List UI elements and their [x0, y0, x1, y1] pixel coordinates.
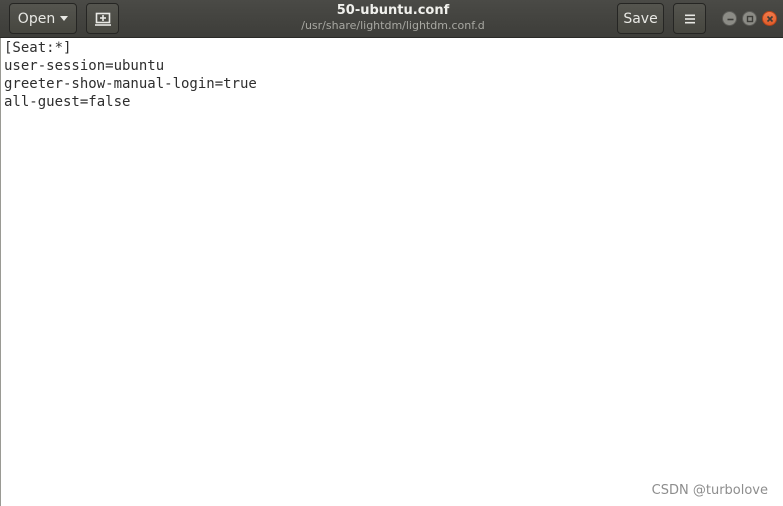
- gedit-window: Open 50-ubuntu.conf /usr/share/lightdm/l…: [0, 0, 783, 506]
- close-icon: [766, 15, 774, 23]
- maximize-button[interactable]: [742, 11, 757, 26]
- header-bar: Open 50-ubuntu.conf /usr/share/lightdm/l…: [0, 0, 783, 38]
- text-line[interactable]: user-session=ubuntu: [1, 57, 783, 75]
- text-line[interactable]: [Seat:*]: [1, 39, 783, 57]
- text-line[interactable]: all-guest=false: [1, 93, 783, 111]
- title-area: 50-ubuntu.conf /usr/share/lightdm/lightd…: [240, 3, 546, 33]
- chevron-down-icon: [60, 16, 69, 21]
- watermark: CSDN @turbolove: [651, 483, 768, 498]
- maximize-icon: [746, 15, 754, 23]
- minimize-button[interactable]: [722, 11, 737, 26]
- open-button-label: Open: [17, 10, 56, 27]
- open-button[interactable]: Open: [9, 3, 77, 34]
- hamburger-menu-icon: [684, 14, 695, 23]
- window-title: 50-ubuntu.conf: [336, 3, 450, 18]
- menu-button[interactable]: [673, 3, 706, 34]
- new-tab-icon: [94, 12, 111, 26]
- save-button[interactable]: Save: [617, 3, 664, 34]
- text-line[interactable]: greeter-show-manual-login=true: [1, 75, 783, 93]
- text-editor-area[interactable]: [Seat:*] user-session=ubuntu greeter-sho…: [0, 38, 783, 506]
- close-button[interactable]: [762, 11, 777, 26]
- minimize-icon: [727, 18, 734, 21]
- text-lines: [Seat:*] user-session=ubuntu greeter-sho…: [1, 38, 783, 111]
- new-tab-button[interactable]: [86, 3, 119, 34]
- window-subtitle: /usr/share/lightdm/lightdm.conf.d: [301, 19, 485, 32]
